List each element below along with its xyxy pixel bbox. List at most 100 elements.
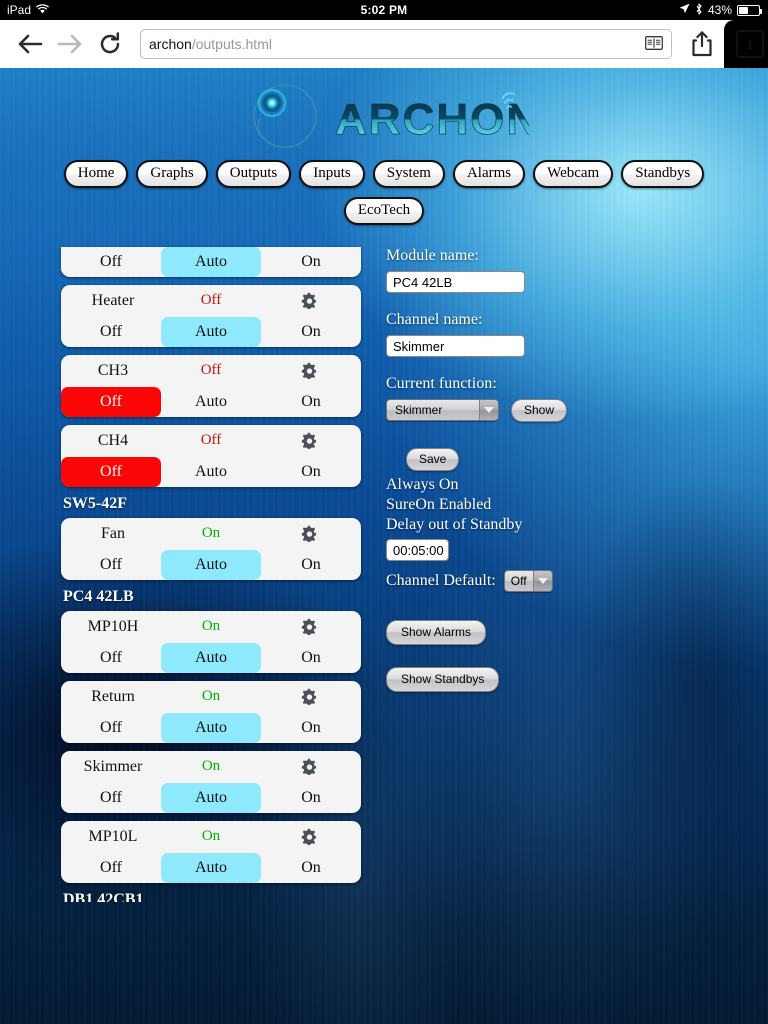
mode-button-on[interactable]: On bbox=[261, 317, 361, 347]
mode-button-off[interactable]: Off bbox=[61, 386, 161, 417]
back-button[interactable] bbox=[10, 24, 50, 64]
mode-button-on[interactable]: On bbox=[261, 247, 361, 277]
channel-status: On bbox=[201, 688, 221, 704]
archon-circle-logo: ARCHON bbox=[253, 84, 529, 148]
address-bar[interactable]: archon/outputs.html bbox=[140, 29, 672, 59]
mode-button-off[interactable]: Off bbox=[61, 456, 161, 487]
archon-outputs-page: ARCHON Home Graphs Outputs Inputs System Alar… bbox=[0, 68, 768, 1024]
mode-button-off[interactable]: Off bbox=[61, 853, 161, 883]
output-mode-buttons: Off Auto On bbox=[61, 642, 361, 673]
save-button[interactable]: Save bbox=[406, 447, 460, 471]
url-path: /outputs.html bbox=[191, 36, 272, 52]
channel-name: MP10H bbox=[87, 617, 139, 635]
battery-icon bbox=[737, 4, 762, 16]
forward-arrow-icon bbox=[57, 34, 82, 54]
mode-button-auto[interactable]: Auto bbox=[161, 246, 261, 277]
channel-status: Off bbox=[200, 432, 222, 448]
nav-button-inputs[interactable]: Inputs bbox=[299, 160, 365, 188]
nav-button-home[interactable]: Home bbox=[63, 160, 129, 188]
current-function-select[interactable]: Skimmer bbox=[386, 399, 499, 421]
channel-name: Heater bbox=[91, 291, 135, 309]
channel-status: On bbox=[201, 618, 221, 634]
output-mode-buttons: Off Auto On bbox=[61, 852, 361, 883]
save-row: Save bbox=[406, 447, 726, 471]
gear-icon[interactable] bbox=[259, 758, 359, 775]
show-standbys-button[interactable]: Show Standbys bbox=[386, 666, 500, 692]
mode-button-off[interactable]: Off bbox=[61, 247, 161, 277]
output-mode-buttons: Off Auto On bbox=[61, 316, 361, 347]
mode-button-off[interactable]: Off bbox=[61, 550, 161, 580]
channel-status: On bbox=[201, 758, 221, 774]
show-alarms-button[interactable]: Show Alarms bbox=[386, 619, 487, 645]
output-card: Heater Off Off Auto On bbox=[61, 284, 361, 347]
channel-name: CH4 bbox=[97, 431, 129, 449]
nav-button-alarms[interactable]: Alarms bbox=[452, 160, 526, 188]
output-card: CH3 Off Off Auto On bbox=[61, 354, 361, 417]
mode-button-on[interactable]: On bbox=[261, 387, 361, 417]
gear-icon[interactable] bbox=[259, 688, 359, 705]
svg-text:ARCHON: ARCHON bbox=[335, 95, 529, 144]
gear-icon[interactable] bbox=[259, 525, 359, 542]
mode-button-auto[interactable]: Auto bbox=[161, 549, 261, 580]
channel-default-label: Channel Default: bbox=[386, 571, 496, 589]
reader-view-icon[interactable] bbox=[645, 35, 663, 53]
url-host: archon bbox=[149, 36, 192, 52]
output-mode-buttons: Off Auto On bbox=[61, 456, 361, 487]
module-name-input[interactable]: PC4 42LB bbox=[386, 270, 525, 293]
mode-button-off[interactable]: Off bbox=[61, 643, 161, 673]
show-function-button[interactable]: Show bbox=[511, 398, 568, 422]
channel-default-select[interactable]: Off bbox=[503, 569, 553, 592]
outputs-list: Off Auto On Heater Off Off Auto On CH3 Off Off Auto… bbox=[61, 246, 361, 902]
nav-button-system[interactable]: System bbox=[372, 160, 445, 188]
mode-button-on[interactable]: On bbox=[261, 713, 361, 743]
module-name-label: Module name: bbox=[386, 246, 479, 264]
mode-button-auto[interactable]: Auto bbox=[161, 642, 261, 673]
forward-button[interactable] bbox=[50, 24, 90, 64]
channel-default-row: Channel Default: Off bbox=[386, 569, 726, 592]
nav-button-standbys[interactable]: Standbys bbox=[621, 160, 705, 188]
main-content: Off Auto On Heater Off Off Auto On CH3 Off Off Auto… bbox=[0, 225, 768, 902]
tab-count-button[interactable]: 1 bbox=[736, 30, 764, 58]
mode-button-auto[interactable]: Auto bbox=[161, 782, 261, 813]
output-card: MP10L On Off Auto On bbox=[61, 820, 361, 883]
reload-button[interactable] bbox=[90, 24, 130, 64]
gear-icon[interactable] bbox=[259, 618, 359, 635]
gear-icon[interactable] bbox=[259, 432, 359, 449]
output-card-header: CH4 Off bbox=[61, 425, 361, 457]
mode-button-off[interactable]: Off bbox=[61, 713, 161, 743]
nav-button-graphs[interactable]: Graphs bbox=[136, 160, 208, 188]
mode-button-on[interactable]: On bbox=[261, 457, 361, 487]
gear-icon[interactable] bbox=[259, 292, 359, 309]
channel-name: MP10L bbox=[88, 827, 138, 845]
nav-button-ecotech[interactable]: EcoTech bbox=[343, 196, 425, 225]
mode-button-auto[interactable]: Auto bbox=[161, 316, 261, 347]
output-card: Fan On Off Auto On bbox=[61, 517, 361, 580]
mode-button-auto[interactable]: Auto bbox=[161, 712, 261, 743]
back-arrow-icon bbox=[18, 34, 43, 54]
mode-button-on[interactable]: On bbox=[261, 853, 361, 883]
output-mode-buttons: Off Auto On bbox=[61, 549, 361, 580]
nav-button-webcam[interactable]: Webcam bbox=[533, 160, 614, 188]
output-card-header: MP10L On bbox=[61, 821, 361, 853]
mode-button-auto[interactable]: Auto bbox=[161, 457, 261, 487]
safari-toolbar: archon/outputs.html 1 bbox=[0, 20, 768, 68]
mode-button-on[interactable]: On bbox=[261, 550, 361, 580]
gear-icon[interactable] bbox=[259, 362, 359, 379]
channel-name: CH3 bbox=[97, 361, 129, 379]
output-card: MP10H On Off Auto On bbox=[61, 610, 361, 673]
mode-button-on[interactable]: On bbox=[261, 643, 361, 673]
output-card-header: CH3 Off bbox=[61, 355, 361, 387]
mode-button-on[interactable]: On bbox=[261, 783, 361, 813]
mode-button-off[interactable]: Off bbox=[61, 317, 161, 347]
channel-name-label: Channel name: bbox=[386, 310, 483, 328]
output-card-header: Fan On bbox=[61, 518, 361, 550]
mode-button-auto[interactable]: Auto bbox=[161, 852, 261, 883]
channel-name-input[interactable]: Skimmer bbox=[386, 334, 525, 357]
mode-button-auto[interactable]: Auto bbox=[161, 387, 261, 417]
delay-input[interactable]: 00:05:00 bbox=[386, 538, 449, 561]
module-section-label: PC4 42LB bbox=[63, 587, 134, 605]
mode-button-off[interactable]: Off bbox=[61, 783, 161, 813]
gear-icon[interactable] bbox=[259, 828, 359, 845]
share-button[interactable] bbox=[682, 24, 722, 64]
nav-button-outputs[interactable]: Outputs bbox=[215, 160, 292, 188]
